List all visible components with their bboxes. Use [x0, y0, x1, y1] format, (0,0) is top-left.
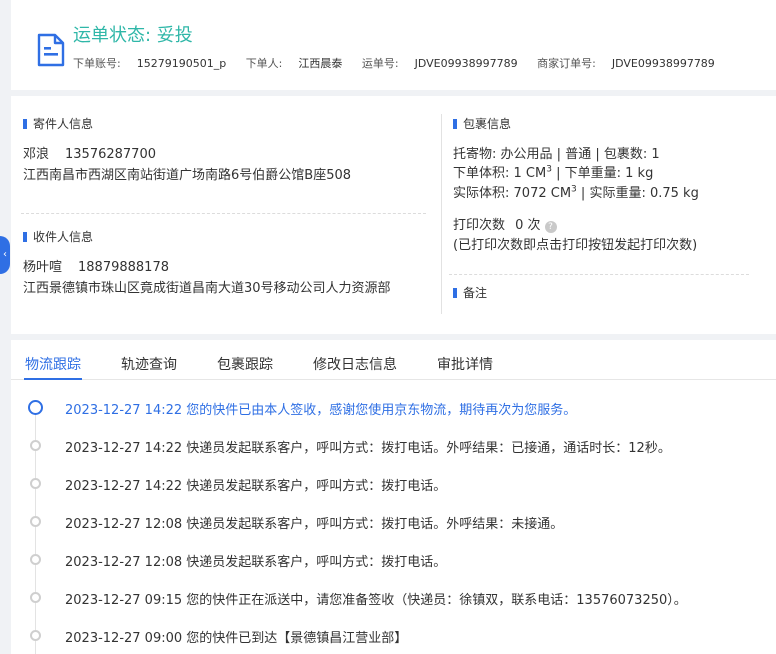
orderer-label: 下单人:: [245, 57, 283, 70]
timeline-dot: [30, 440, 41, 451]
timeline-dot: [30, 516, 41, 527]
tracking-tabs: 物流跟踪 轨迹查询 包裹跟踪 修改日志信息 审批详情: [11, 340, 776, 380]
package-section-title: 包裹信息: [453, 115, 511, 132]
order-account-value: 15279190501_p: [136, 57, 227, 70]
section-marker: [23, 232, 27, 242]
timeline-item: 2023-12-27 12:08 快递员发起联系客户，呼叫方式：拨打电话。外呼结…: [11, 510, 776, 548]
section-divider: [21, 213, 426, 214]
sender-address: 江西南昌市西湖区南站街道广场南路6号伯爵公馆B座508: [23, 168, 352, 183]
help-icon[interactable]: ?: [544, 221, 557, 233]
section-marker: [453, 119, 457, 129]
remark-section-title: 备注: [453, 284, 487, 301]
actual-volume: 7072 CM: [513, 186, 572, 201]
timeline-text: 2023-12-27 14:22 快递员发起联系客户，呼叫方式：拨打电话。: [65, 479, 447, 494]
timeline-item: 2023-12-27 09:15 您的快件正在派送中，请您准备签收（快递员：徐镇…: [11, 586, 776, 624]
timeline-item: 2023-12-27 14:22 快递员发起联系客户，呼叫方式：拨打电话。: [11, 472, 776, 510]
sidebar-toggle-button[interactable]: ‹: [0, 236, 10, 274]
receiver-contact: 杨叶喧 18879888178: [23, 256, 169, 275]
section-divider: [449, 274, 749, 275]
print-count-row: 打印次数 0 次?: [453, 214, 557, 233]
package-goods: 办公用品: [500, 147, 553, 162]
waybill-meta-row: 下单账号: 15279190501_p 下单人: 江西晨泰 运单号: JDVE0993…: [73, 55, 715, 71]
receiver-phone: 18879888178: [78, 260, 169, 275]
actual-weight: 0.75 kg: [649, 186, 699, 201]
active-tab-indicator: [24, 378, 82, 380]
order-account-label: 下单账号:: [73, 57, 121, 70]
order-volume: 1 CM: [513, 166, 547, 181]
timeline-text: 2023-12-27 12:08 快递员发起联系客户，呼叫方式：拨打电话。外呼结…: [65, 517, 564, 532]
timeline-dot: [30, 592, 41, 603]
tracking-panel: 物流跟踪 轨迹查询 包裹跟踪 修改日志信息 审批详情 2023-12-27 14…: [11, 340, 776, 654]
timeline-current-dot: [28, 400, 43, 415]
sender-contact: 邓浪 13576287700: [23, 143, 156, 162]
tab-package-tracking[interactable]: 包裹跟踪: [217, 354, 273, 374]
timeline-item: 2023-12-27 12:08 快递员发起联系客户，呼叫方式：拨打电话。: [11, 548, 776, 586]
column-divider: [441, 114, 442, 314]
waybill-status: 运单状态: 妥投: [73, 25, 193, 46]
receiver-address: 江西景德镇市珠山区竟成街道昌南大道30号移动公司人力资源部: [23, 281, 391, 296]
print-count-note: (已打印次数即点击打印按钮发起打印次数): [453, 238, 698, 253]
package-goods-row: 托寄物: 办公用品 | 普通 | 包裹数: 1: [453, 147, 660, 162]
timeline-dot: [30, 630, 41, 641]
receiver-name: 杨叶喧: [23, 260, 63, 275]
timeline-text: 2023-12-27 12:08 快递员发起联系客户，呼叫方式：拨打电话。: [65, 555, 447, 570]
merchant-order-value: JDVE09938997789: [611, 57, 715, 70]
timeline-item: 2023-12-27 09:00 您的快件已到达【景德镇昌江营业部】: [11, 624, 776, 654]
section-marker: [453, 288, 457, 298]
timeline-text: 2023-12-27 09:00 您的快件已到达【景德镇昌江营业部】: [65, 631, 408, 646]
orderer-value: 江西晨泰: [298, 57, 343, 70]
timeline-text: 2023-12-27 14:22 快递员发起联系客户，呼叫方式：拨打电话。外呼结…: [65, 441, 671, 456]
waybill-header: 运单状态: 妥投 下单账号: 15279190501_p 下单人: 江西晨泰 运单号…: [11, 0, 776, 90]
waybill-value: JDVE09938997789: [414, 57, 518, 70]
timeline-item: 2023-12-27 14:22 快递员发起联系客户，呼叫方式：拨打电话。外呼结…: [11, 434, 776, 472]
sender-section-title: 寄件人信息: [23, 115, 93, 132]
package-order-row: 下单体积: 1 CM3 | 下单重量: 1 kg: [453, 164, 654, 181]
tab-approval-details[interactable]: 审批详情: [437, 354, 493, 374]
waybill-info-panel: 寄件人信息 邓浪 13576287700 江西南昌市西湖区南站街道广场南路6号伯爵…: [11, 96, 776, 334]
sender-phone: 13576287700: [65, 147, 156, 162]
merchant-order-label: 商家订单号:: [537, 57, 596, 70]
receiver-section-title: 收件人信息: [23, 228, 93, 245]
package-actual-row: 实际体积: 7072 CM3 | 实际重量: 0.75 kg: [453, 184, 699, 201]
section-marker: [23, 119, 27, 129]
print-count: 0 次: [515, 218, 541, 233]
tab-logistics-tracking[interactable]: 物流跟踪: [25, 354, 81, 374]
package-count: 1: [651, 147, 660, 162]
waybill-label: 运单号:: [361, 57, 399, 70]
tab-trajectory-query[interactable]: 轨迹查询: [121, 354, 177, 374]
timeline-text: 2023-12-27 14:22 您的快件已由本人签收，感谢您使用京东物流，期待…: [65, 403, 577, 418]
package-service: 普通: [565, 147, 592, 162]
document-icon: [37, 33, 65, 67]
timeline-text: 2023-12-27 09:15 您的快件正在派送中，请您准备签收（快递员：徐镇…: [65, 593, 687, 608]
timeline-item: 2023-12-27 14:22 您的快件已由本人签收，感谢您使用京东物流，期待…: [11, 396, 776, 434]
tab-change-log[interactable]: 修改日志信息: [313, 354, 397, 374]
timeline-dot: [30, 478, 41, 489]
order-weight: 1 kg: [625, 166, 654, 181]
timeline-dot: [30, 554, 41, 565]
sender-name: 邓浪: [23, 147, 50, 162]
